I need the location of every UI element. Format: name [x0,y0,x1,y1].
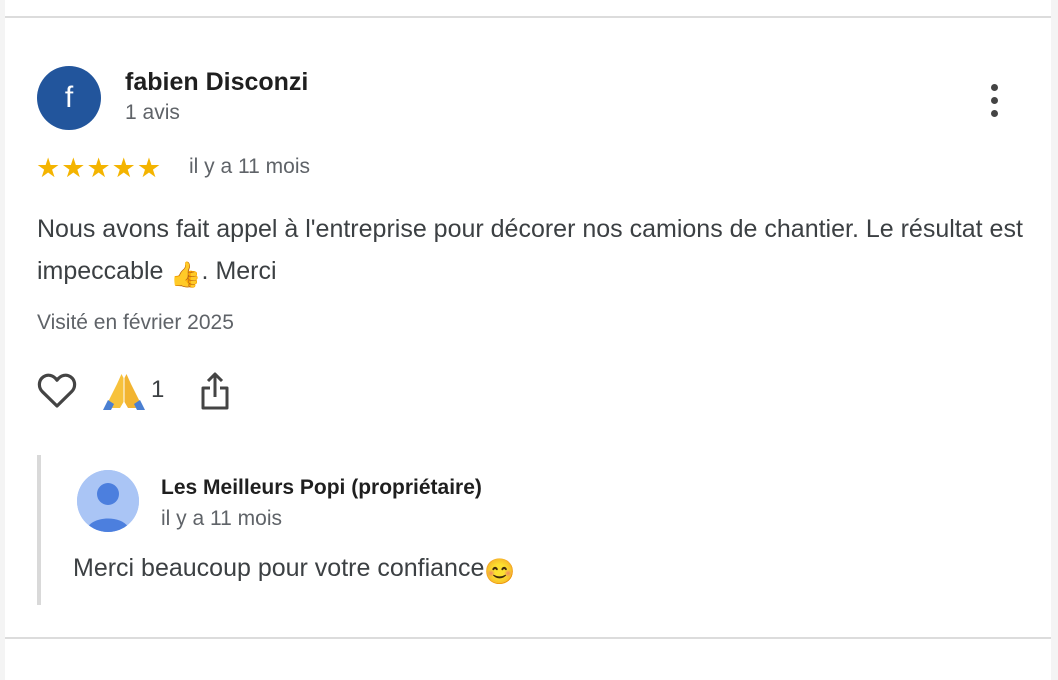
share-icon[interactable] [199,371,231,411]
owner-name: Les Meilleurs Popi (propriétaire) [161,476,482,499]
more-dot [990,97,998,104]
review-text-end: . Merci [201,257,277,285]
reaction-count: 1 [151,376,165,403]
owner-avatar-icon[interactable] [77,470,139,532]
review-text: Nous avons fait appel à l'entreprise pou… [37,208,1027,296]
praying-hands-icon[interactable] [102,372,146,410]
heart-icon[interactable] [37,371,77,409]
reviewer-name[interactable]: fabien Disconzi [125,68,308,97]
bottom-divider [5,637,1051,639]
owner-reply-message: Merci beaucoup pour votre confiance [73,554,485,582]
star-icon: ★ [86,153,111,183]
owner-reply-text: Merci beaucoup pour votre confiance😊 [73,554,516,587]
thumbs-up-emoji-icon: 👍 [170,261,202,289]
reviewer-avatar[interactable]: f [37,66,101,130]
star-icon: ★ [136,153,162,183]
reviewer-review-count: 1 avis [125,101,180,124]
review-date: il y a 11 mois [189,155,310,178]
more-options-icon[interactable] [982,80,1006,118]
owner-reply: Les Meilleurs Popi (propriétaire) il y a… [37,455,1021,605]
visit-date: Visité en février 2025 [37,311,234,334]
more-dot [990,84,998,91]
star-icon: ★ [111,153,136,183]
more-dot [990,110,998,117]
star-icon: ★ [36,153,61,183]
owner-reply-date: il y a 11 mois [161,507,282,530]
star-rating: ★ ★ ★ ★ ★ [36,154,161,182]
smiling-face-emoji-icon: 😊 [484,558,516,586]
star-icon: ★ [61,153,86,183]
top-divider [5,16,1051,18]
